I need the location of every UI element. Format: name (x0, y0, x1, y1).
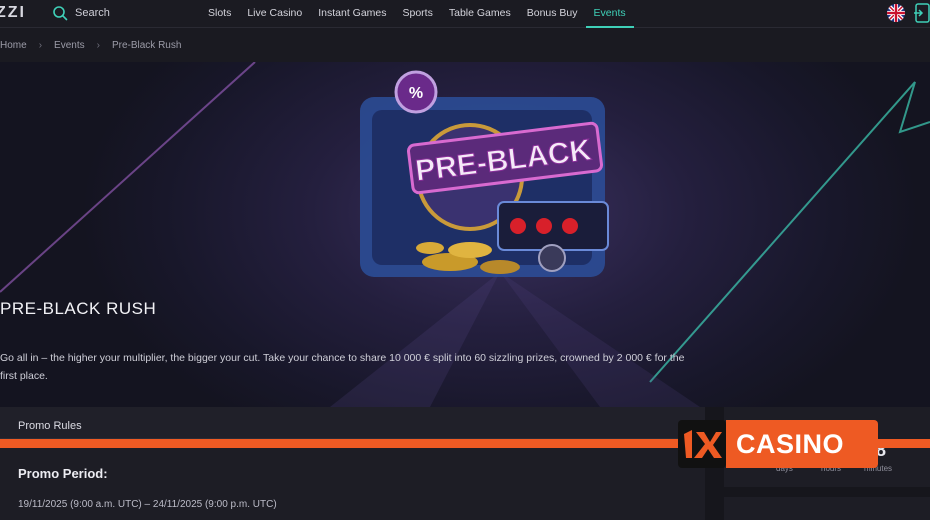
nav-live-casino[interactable]: Live Casino (239, 0, 310, 28)
badge-label: CASINO (736, 429, 845, 459)
breadcrumb-events[interactable]: Events (54, 40, 85, 51)
svg-text:%: % (409, 85, 423, 102)
search-button[interactable]: Search (52, 5, 110, 21)
chevron-right-icon: › (38, 39, 43, 51)
chevron-right-icon: › (96, 39, 100, 51)
promo-rules-panel: Promo Rules Promo Period: 19/11/2025 (9:… (0, 407, 705, 520)
uk-flag-icon[interactable] (887, 4, 905, 22)
event-title: PRE-BLACK RUSH (0, 299, 157, 318)
badge-label-box: CASINO (726, 420, 878, 468)
login-icon[interactable] (913, 3, 930, 23)
promo-rules-header[interactable]: Promo Rules (0, 407, 705, 439)
top-navigation: ZZI Search Slots Live Casino Instant Gam… (0, 0, 930, 28)
nav-slots[interactable]: Slots (200, 0, 239, 28)
promo-period-title: Promo Period: (18, 466, 108, 481)
brand-logo-icon (678, 420, 726, 468)
breadcrumb: Home › Events › Pre-Black Rush (0, 28, 930, 62)
casino-badge: CASINO (678, 420, 878, 468)
search-icon (53, 6, 68, 21)
breadcrumb-current: Pre-Black Rush (111, 39, 182, 51)
promo-period-dates: 19/11/2025 (9:00 a.m. UTC) – 24/11/2025 … (18, 499, 277, 510)
nav-events[interactable]: Events (585, 0, 634, 28)
search-label: Search (75, 7, 110, 19)
event-hero: PRE-BLACK % PRE-BLACK RUSH Go all in – t… (0, 62, 930, 407)
nav-table-games[interactable]: Table Games (441, 0, 519, 28)
promo-rules-title: Promo Rules (18, 420, 82, 432)
secondary-panel (724, 497, 930, 520)
nav-instant-games[interactable]: Instant Games (310, 0, 394, 28)
nav-bonus-buy[interactable]: Bonus Buy (519, 0, 586, 28)
breadcrumb-home[interactable]: Home (0, 40, 27, 51)
site-logo[interactable]: ZZI (0, 4, 26, 22)
main-menu: Slots Live Casino Instant Games Sports T… (200, 0, 634, 28)
nav-sports[interactable]: Sports (395, 0, 441, 28)
event-description: Go all in – the higher your multiplier, … (0, 352, 685, 382)
